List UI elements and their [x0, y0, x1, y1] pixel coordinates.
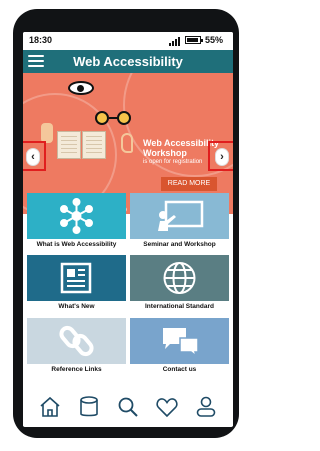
status-time: 18:30	[29, 35, 53, 45]
chat-bubbles-icon	[163, 328, 199, 358]
app-bar: Web Accessibility	[23, 50, 233, 73]
tile-label[interactable]: Seminar and Workshop	[130, 241, 229, 248]
tile-international-standard[interactable]	[130, 255, 229, 301]
braille-book-illustration	[57, 131, 107, 161]
database-icon[interactable]	[77, 395, 101, 419]
heart-icon[interactable]	[155, 395, 179, 419]
chevron-left-icon[interactable]: ‹	[27, 149, 39, 165]
chain-link-icon	[59, 325, 94, 357]
status-bar: 18:30 55%	[23, 32, 233, 50]
tile-label[interactable]: Reference Links	[27, 366, 126, 373]
home-icon[interactable]	[38, 395, 62, 419]
search-icon[interactable]	[116, 395, 140, 419]
app-screen: 18:30 55% Web Accessibility Web Accessib…	[23, 32, 233, 427]
presentation-board-icon	[158, 200, 204, 231]
user-icon[interactable]	[194, 395, 218, 419]
battery-percentage: 55%	[205, 35, 224, 45]
tile-reference-links[interactable]	[27, 318, 126, 364]
ear-illustration	[121, 133, 133, 153]
tile-label[interactable]: What is Web Accessibility	[27, 241, 126, 248]
signal-icon	[169, 36, 183, 46]
newspaper-icon	[60, 262, 92, 294]
tile-label[interactable]: Contact us	[130, 366, 229, 373]
hand-illustration	[41, 123, 53, 143]
tile-whats-new[interactable]	[27, 255, 126, 301]
tile-what-is-web-accessibility[interactable]	[27, 193, 126, 239]
glasses-illustration	[95, 111, 133, 127]
chevron-right-icon[interactable]: ›	[216, 149, 228, 165]
tile-label[interactable]: What's New	[27, 303, 126, 310]
tile-label[interactable]: International Standard	[130, 303, 229, 310]
eye-illustration	[68, 81, 94, 95]
tile-seminar-and-workshop[interactable]	[130, 193, 229, 239]
globe-icon	[163, 262, 196, 294]
battery-icon	[185, 36, 203, 44]
bottom-tab-bar	[23, 388, 233, 426]
tile-contact-us[interactable]	[130, 318, 229, 364]
app-title: Web Accessibility	[73, 54, 183, 69]
read-more-button[interactable]: READ MORE	[161, 177, 217, 191]
network-nodes-icon	[60, 198, 93, 234]
